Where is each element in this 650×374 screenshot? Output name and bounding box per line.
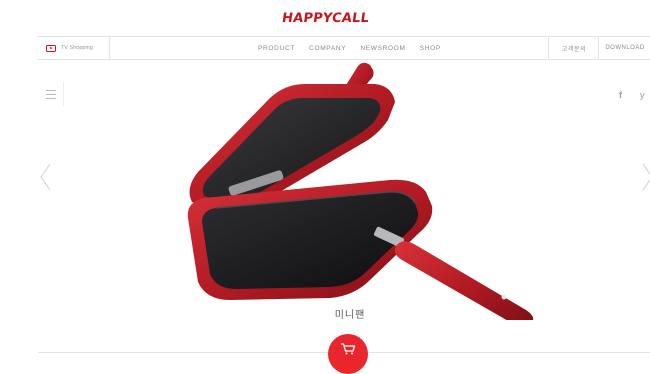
menu-item-newsroom[interactable]: NEWSROOM: [360, 45, 405, 52]
chevron-left-icon[interactable]: [38, 162, 54, 192]
brand-logo[interactable]: HAPPYCALL✶: [0, 9, 650, 27]
top-navigation-bar: TV Shopping PRODUCT COMPANY NEWSROOM SHO…: [38, 36, 650, 60]
hamburger-menu-icon[interactable]: [38, 82, 64, 106]
facebook-icon[interactable]: f: [619, 90, 622, 100]
menu-item-product[interactable]: PRODUCT: [258, 45, 295, 52]
cart-button[interactable]: [328, 334, 368, 374]
hamburger-line: [45, 89, 56, 91]
product-name: 미니팬: [334, 310, 366, 321]
main-menu: PRODUCT COMPANY NEWSROOM SHOP: [258, 37, 441, 59]
tv-shopping-label: TV Shopping: [61, 45, 93, 51]
menu-item-shop[interactable]: SHOP: [420, 45, 441, 52]
download-link[interactable]: DOWNLOAD: [598, 37, 650, 59]
product-image: [187, 62, 534, 320]
tv-play-icon: [46, 44, 56, 52]
customer-inquiry-link[interactable]: 고객문의: [548, 37, 599, 59]
logo-text: HAPPYCALL: [280, 11, 370, 26]
cart-icon: [341, 343, 356, 355]
hamburger-line: [45, 97, 56, 99]
chevron-right-icon[interactable]: [640, 162, 650, 192]
tv-shopping-link[interactable]: TV Shopping: [38, 37, 110, 59]
menu-item-company[interactable]: COMPANY: [309, 45, 346, 52]
twitter-icon[interactable]: y: [640, 90, 645, 100]
hamburger-line: [45, 93, 56, 95]
